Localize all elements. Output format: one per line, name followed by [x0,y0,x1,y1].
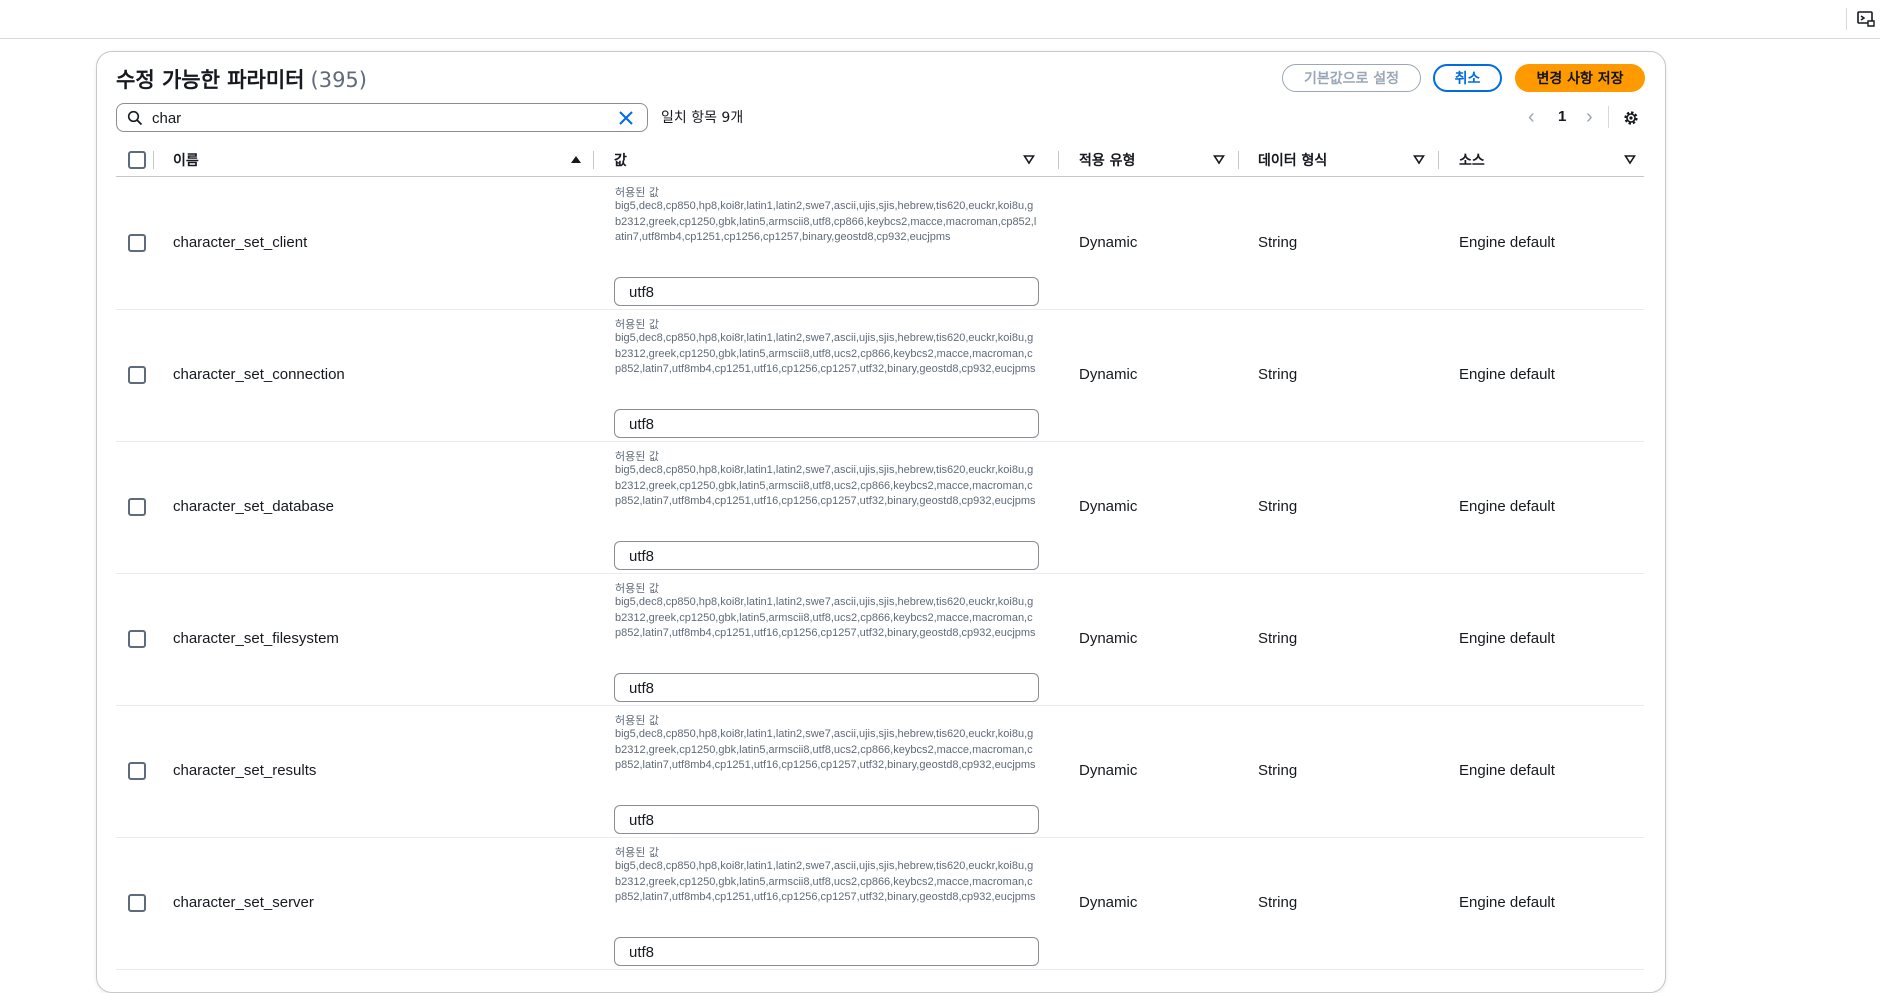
source: Engine default [1459,894,1555,911]
data-type: String [1258,630,1298,647]
value-input[interactable] [627,677,1031,699]
nav-divider [1846,8,1847,30]
search-input[interactable] [150,106,594,130]
value-input[interactable] [627,281,1031,303]
apply-type: Dynamic [1079,630,1138,647]
apply-type: Dynamic [1079,234,1138,251]
source: Engine default [1459,762,1555,779]
parameter-name: character_set_filesystem [173,630,339,647]
title-text: 수정 가능한 파라미터 [116,68,305,92]
source: Engine default [1459,498,1555,515]
sort-ascending-icon[interactable] [569,152,583,166]
sort-icon[interactable] [1623,152,1637,166]
row-checkbox[interactable] [128,366,146,384]
table-row: character_set_results 허용된 값 big5,dec8,cp… [116,705,1644,838]
allowed-values-label: 허용된 값 [615,846,659,859]
column-header-apply-type[interactable]: 적용 유형 [1079,144,1135,176]
table-row: character_set_database 허용된 값 big5,dec8,c… [116,441,1644,574]
value-field[interactable] [614,409,1039,438]
data-type: String [1258,366,1298,383]
search-field[interactable] [116,103,648,132]
value-input[interactable] [627,809,1031,831]
allowed-values: big5,dec8,cp850,hp8,koi8r,latin1,latin2,… [615,464,1036,508]
search-icon [127,110,143,126]
sort-icon[interactable] [1212,152,1226,166]
apply-type: Dynamic [1079,762,1138,779]
top-navigation-bar [0,0,1880,39]
allowed-values: big5,dec8,cp850,hp8,koi8r,latin1,latin2,… [615,860,1036,904]
value-field[interactable] [614,673,1039,702]
table-row: character_set_connection 허용된 값 big5,dec8… [116,309,1644,442]
allowed-values-label: 허용된 값 [615,582,659,595]
previous-page-button[interactable]: ‹ [1528,107,1542,128]
apply-type: Dynamic [1079,498,1138,515]
save-changes-button[interactable]: 변경 사항 저장 [1515,64,1645,92]
data-type: String [1258,498,1298,515]
pagination-divider [1608,106,1609,128]
value-field[interactable] [614,541,1039,570]
allowed-values: big5,dec8,cp850,hp8,koi8r,latin1,latin2,… [615,332,1036,376]
value-field[interactable] [614,937,1039,966]
parameter-name: character_set_connection [173,366,345,383]
allowed-values: big5,dec8,cp850,hp8,koi8r,latin1,latin2,… [615,596,1036,640]
current-page-button[interactable]: 1 [1558,108,1566,125]
data-type: String [1258,894,1298,911]
gear-icon[interactable] [1622,109,1640,127]
column-header-name[interactable]: 이름 [173,144,199,176]
allowed-values-label: 허용된 값 [615,450,659,463]
sort-icon[interactable] [1022,152,1036,166]
page-title: 수정 가능한 파라미터 (395) [116,64,367,94]
allowed-values: big5,dec8,cp850,hp8,koi8r,latin1,latin2,… [615,728,1036,772]
column-divider [1058,151,1059,169]
table-header: 이름 값 적용 유형 데이터 형식 소스 [116,144,1644,177]
cancel-button[interactable]: 취소 [1433,64,1502,92]
column-header-data-type[interactable]: 데이터 형식 [1258,144,1327,176]
row-checkbox[interactable] [128,894,146,912]
column-header-value[interactable]: 값 [614,144,627,176]
value-input[interactable] [627,545,1031,567]
select-all-checkbox[interactable] [128,151,146,169]
table-row: character_set_filesystem 허용된 값 big5,dec8… [116,573,1644,706]
value-field[interactable] [614,277,1039,306]
apply-type: Dynamic [1079,366,1138,383]
match-count: 일치 항목 9개 [661,110,744,126]
value-input[interactable] [627,941,1031,963]
parameter-name: character_set_server [173,894,314,911]
close-icon[interactable] [617,109,635,127]
value-field[interactable] [614,805,1039,834]
allowed-values: big5,dec8,cp850,hp8,koi8r,latin1,latin2,… [615,200,1037,244]
source: Engine default [1459,630,1555,647]
apply-type: Dynamic [1079,894,1138,911]
cloudshell-icon[interactable] [1856,9,1876,29]
row-checkbox[interactable] [128,630,146,648]
data-type: String [1258,234,1298,251]
source: Engine default [1459,366,1555,383]
reset-default-button[interactable]: 기본값으로 설정 [1282,64,1421,92]
column-divider [1438,151,1439,169]
data-type: String [1258,762,1298,779]
table-row: character_set_client 허용된 값 big5,dec8,cp8… [116,177,1644,310]
table-row: character_set_server 허용된 값 big5,dec8,cp8… [116,837,1644,970]
source: Engine default [1459,234,1555,251]
column-header-source[interactable]: 소스 [1459,144,1485,176]
allowed-values-label: 허용된 값 [615,714,659,727]
column-divider [153,151,154,169]
column-divider [593,151,594,169]
allowed-values-label: 허용된 값 [615,318,659,331]
value-input[interactable] [627,413,1031,435]
parameter-name: character_set_results [173,762,317,779]
next-page-button[interactable]: › [1586,107,1600,128]
allowed-values-label: 허용된 값 [615,186,659,199]
parameter-name: character_set_database [173,498,334,515]
parameter-count: (395) [310,68,367,92]
parameter-name: character_set_client [173,234,308,251]
row-checkbox[interactable] [128,498,146,516]
column-divider [1238,151,1239,169]
row-checkbox[interactable] [128,762,146,780]
sort-icon[interactable] [1412,152,1426,166]
row-checkbox[interactable] [128,234,146,252]
